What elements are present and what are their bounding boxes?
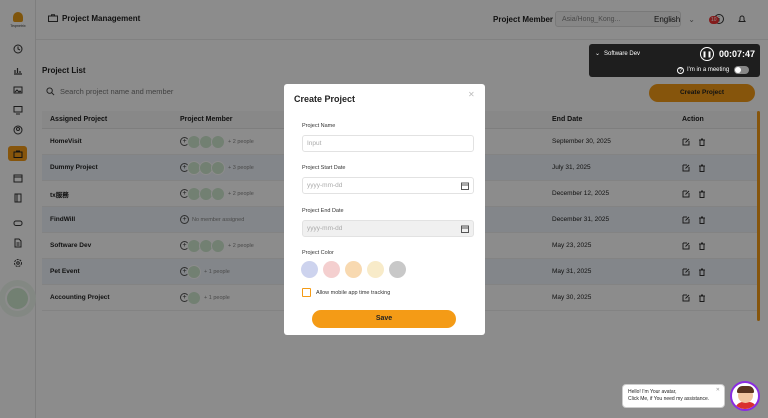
pause-button[interactable]: ❚❚	[700, 47, 714, 61]
help-icon[interactable]: ?	[677, 66, 684, 74]
close-icon[interactable]: ✕	[468, 90, 475, 99]
color-swatch[interactable]	[323, 261, 340, 278]
mobile-tracking-checkbox[interactable]	[302, 288, 311, 297]
start-date-input[interactable]: yyyy-mm-dd	[302, 177, 474, 194]
mobile-tracking-option: Allow mobile app time tracking	[302, 288, 390, 297]
assistant-avatar[interactable]	[730, 381, 760, 411]
meeting-label: I'm in a meeting	[687, 67, 730, 73]
modal-title: Create Project	[294, 94, 356, 104]
end-date-input[interactable]: yyyy-mm-dd	[302, 220, 474, 237]
color-swatches	[301, 261, 406, 278]
project-name-label: Project Name	[302, 123, 336, 129]
color-swatch[interactable]	[345, 261, 362, 278]
mobile-tracking-label: Allow mobile app time tracking	[316, 289, 391, 296]
create-project-modal: Create Project ✕ Project Name Input Proj…	[284, 84, 485, 335]
project-color-label: Project Color	[302, 250, 334, 256]
color-swatch[interactable]	[301, 261, 318, 278]
project-name-input[interactable]: Input	[302, 135, 474, 152]
tracker-time: 00:07:47	[719, 49, 756, 59]
tracker-project-select[interactable]: ⌄ Software Dev	[595, 50, 640, 57]
time-tracker-widget: ⌄ Software Dev ❚❚ 00:07:47 ? I'm in a mee…	[589, 44, 760, 77]
chevron-down-icon: ⌄	[595, 51, 601, 57]
calendar-icon	[461, 225, 469, 233]
color-swatch[interactable]	[389, 261, 406, 278]
end-date-label: Project End Date	[302, 208, 344, 214]
assistant-line: Hello! I'm Your avatar,	[628, 389, 677, 395]
assistant-bubble[interactable]: ✕ Hello! I'm Your avatar, Click Me, if Y…	[622, 384, 725, 408]
calendar-icon	[461, 182, 469, 190]
meeting-toggle[interactable]	[734, 66, 750, 74]
save-button[interactable]: Save	[312, 310, 456, 328]
pause-icon: ❚❚	[701, 51, 713, 58]
color-swatch[interactable]	[367, 261, 384, 278]
close-icon[interactable]: ✕	[716, 387, 720, 394]
start-date-label: Project Start Date	[302, 165, 346, 171]
assistant-line: Click Me, if You need my assistance.	[628, 396, 710, 402]
meeting-toggle-row: ? I'm in a meeting	[677, 66, 750, 74]
